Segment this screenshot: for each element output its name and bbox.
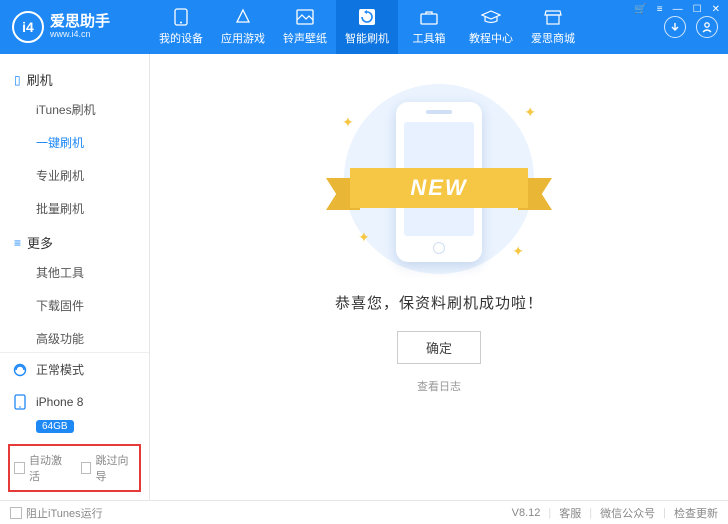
nav-label: 智能刷机: [345, 30, 389, 46]
checkbox-block-itunes[interactable]: 阻止iTunes运行: [10, 505, 103, 521]
support-link[interactable]: 客服: [559, 505, 581, 521]
nav-ringtones[interactable]: 铃声壁纸: [274, 0, 336, 54]
mode-icon: [12, 362, 28, 378]
nav-my-device[interactable]: 我的设备: [150, 0, 212, 54]
ribbon-text: NEW: [350, 168, 528, 208]
sidebar-item-pro-flash[interactable]: 专业刷机: [0, 159, 149, 192]
checkbox-label: 跳过向导: [95, 452, 135, 484]
options-highlight-box: 自动激活 跳过向导: [8, 444, 141, 492]
wechat-link[interactable]: 微信公众号: [600, 505, 655, 521]
device-row[interactable]: iPhone 8: [0, 386, 149, 418]
download-button[interactable]: [664, 16, 686, 38]
sidebar-item-advanced[interactable]: 高级功能: [0, 322, 149, 352]
success-illustration: ✦✦✦✦ NEW: [334, 84, 544, 274]
minimize-button[interactable]: —: [671, 4, 685, 15]
nav-apps[interactable]: 应用游戏: [212, 0, 274, 54]
graduation-icon: [481, 8, 501, 26]
sidebar-item-oneclick-flash[interactable]: 一键刷机: [0, 126, 149, 159]
check-update-link[interactable]: 检查更新: [674, 505, 718, 521]
success-message: 恭喜您，保资料刷机成功啦！: [335, 292, 543, 313]
close-button[interactable]: ✕: [710, 4, 722, 15]
cart-icon[interactable]: 🛒: [632, 4, 648, 15]
sidebar-item-other-tools[interactable]: 其他工具: [0, 256, 149, 289]
device-phone-icon: [12, 394, 28, 410]
nav-label: 铃声壁纸: [283, 30, 327, 46]
logo: i4 爱思助手 www.i4.cn: [0, 11, 150, 43]
nav-label: 教程中心: [469, 30, 513, 46]
storage-badge: 64GB: [36, 420, 74, 433]
checkbox-skip-wizard[interactable]: 跳过向导: [81, 452, 136, 484]
image-icon: [295, 8, 315, 26]
sidebar-item-batch-flash[interactable]: 批量刷机: [0, 192, 149, 225]
logo-title: 爱思助手: [50, 14, 110, 31]
phone-outline-icon: ▯: [14, 73, 21, 87]
device-name: iPhone 8: [36, 395, 83, 409]
nav-flash[interactable]: 智能刷机: [336, 0, 398, 54]
maximize-button[interactable]: ☐: [691, 4, 704, 15]
nav-label: 工具箱: [413, 30, 446, 46]
header: i4 爱思助手 www.i4.cn 我的设备 应用游戏 铃声壁纸 智能刷机 工具…: [0, 0, 728, 54]
checkbox-label: 阻止iTunes运行: [26, 505, 103, 521]
checkbox-icon: [10, 507, 22, 519]
nav-tutorials[interactable]: 教程中心: [460, 0, 522, 54]
mode-label: 正常模式: [36, 361, 84, 378]
ok-button[interactable]: 确定: [397, 331, 481, 364]
sidebar-item-itunes-flash[interactable]: iTunes刷机: [0, 93, 149, 126]
phone-icon: [171, 8, 191, 26]
logo-subtitle: www.i4.cn: [50, 30, 110, 40]
checkbox-label: 自动激活: [29, 452, 69, 484]
nav-store[interactable]: 爱思商城: [522, 0, 584, 54]
checkbox-icon: [14, 462, 25, 474]
nav: 我的设备 应用游戏 铃声壁纸 智能刷机 工具箱 教程中心 爱思商城: [150, 0, 664, 54]
refresh-icon: [357, 8, 377, 26]
menu-icon[interactable]: ≡: [655, 4, 665, 15]
nav-label: 应用游戏: [221, 30, 265, 46]
version-label: V8.12: [512, 507, 541, 519]
nav-label: 爱思商城: [531, 30, 575, 46]
checkbox-auto-activate[interactable]: 自动激活: [14, 452, 69, 484]
nav-toolbox[interactable]: 工具箱: [398, 0, 460, 54]
mode-row[interactable]: 正常模式: [0, 353, 149, 386]
sidebar-group-title: 更多: [27, 233, 53, 252]
view-log-link[interactable]: 查看日志: [417, 378, 461, 394]
toolbox-icon: [419, 8, 439, 26]
nav-label: 我的设备: [159, 30, 203, 46]
checkbox-icon: [81, 462, 92, 474]
sidebar-item-download-fw[interactable]: 下载固件: [0, 289, 149, 322]
sidebar-group-flash[interactable]: ▯ 刷机: [0, 62, 149, 93]
user-button[interactable]: [696, 16, 718, 38]
store-icon: [543, 8, 563, 26]
sidebar-group-title: 刷机: [27, 70, 53, 89]
logo-icon: i4: [12, 11, 44, 43]
apps-icon: [233, 8, 253, 26]
footer: 阻止iTunes运行 V8.12 | 客服 | 微信公众号 | 检查更新: [0, 500, 728, 524]
sidebar: ▯ 刷机 iTunes刷机 一键刷机 专业刷机 批量刷机 ≡ 更多 其他工具 下…: [0, 54, 150, 500]
sidebar-group-more[interactable]: ≡ 更多: [0, 225, 149, 256]
main-panel: ✦✦✦✦ NEW 恭喜您，保资料刷机成功啦！ 确定 查看日志: [150, 54, 728, 500]
menu-lines-icon: ≡: [14, 236, 21, 250]
